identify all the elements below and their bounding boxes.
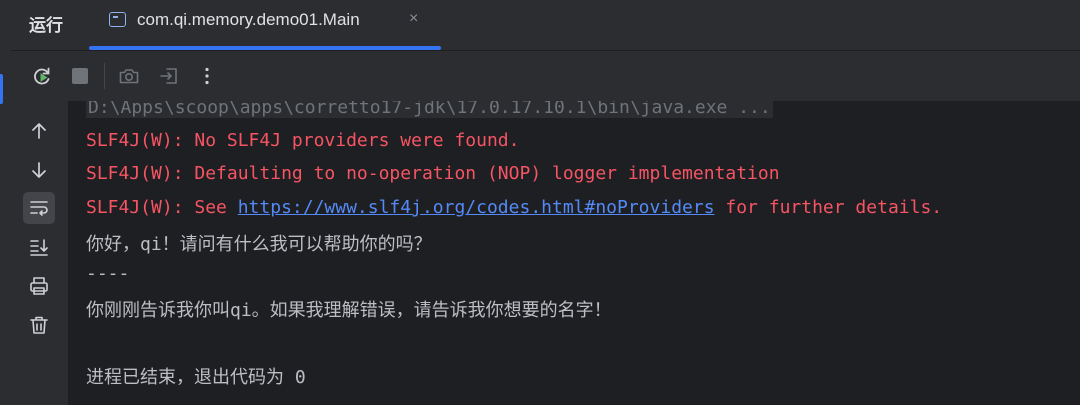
soft-wrap-icon[interactable]	[23, 192, 55, 224]
slf4j-warning-3-prefix: SLF4J(W): See	[86, 197, 238, 218]
camera-icon[interactable]	[118, 65, 140, 87]
slf4j-warning-1: SLF4J(W): No SLF4J providers were found.	[86, 130, 520, 151]
console-icon	[109, 12, 126, 27]
exit-message: 进程已结束，退出代码为 0	[86, 367, 306, 388]
rerun-icon[interactable]	[31, 65, 53, 87]
slf4j-warning-3-suffix: for further details.	[714, 197, 943, 218]
scroll-to-end-icon[interactable]	[23, 231, 55, 263]
slf4j-warning-2: SLF4J(W): Defaulting to no-operation (NO…	[86, 163, 780, 184]
trash-icon[interactable]	[23, 309, 55, 341]
close-icon[interactable]: ×	[409, 10, 418, 28]
slf4j-link[interactable]: https://www.slf4j.org/codes.html#noProvi…	[238, 197, 715, 218]
run-panel-title: 运行	[29, 16, 63, 35]
stop-icon[interactable]	[69, 65, 91, 87]
up-arrow-icon[interactable]	[23, 115, 55, 147]
console-output[interactable]: D:\Apps\scoop\apps\corretto17-jdk\17.0.1…	[68, 101, 1080, 405]
output-separator: ----	[86, 263, 130, 284]
console-side-toolbar	[11, 101, 68, 405]
down-arrow-icon[interactable]	[23, 154, 55, 186]
console-toolbar	[11, 51, 1080, 101]
command-line[interactable]: D:\Apps\scoop\apps\corretto17-jdk\17.0.1…	[86, 101, 773, 118]
tab-label: com.qi.memory.demo01.Main	[137, 10, 360, 29]
run-panel-header: 运行 com.qi.memory.demo01.Main ×	[11, 0, 1080, 51]
print-icon[interactable]	[23, 270, 55, 302]
exit-icon[interactable]	[158, 65, 180, 87]
tab-main[interactable]: com.qi.memory.demo01.Main ×	[89, 0, 441, 50]
output-line-2: 你刚刚告诉我你叫qi。如果我理解错误，请告诉我你想要的名字！	[86, 300, 612, 321]
tab-active-underline	[89, 46, 441, 50]
toolbar-separator	[104, 63, 105, 89]
more-icon[interactable]	[196, 65, 218, 87]
slf4j-warning-3: SLF4J(W): See https://www.slf4j.org/code…	[86, 197, 942, 218]
active-tool-indicator	[0, 74, 3, 104]
output-line-1: 你好，qi！请问有什么我可以帮助你的吗？	[86, 234, 432, 255]
